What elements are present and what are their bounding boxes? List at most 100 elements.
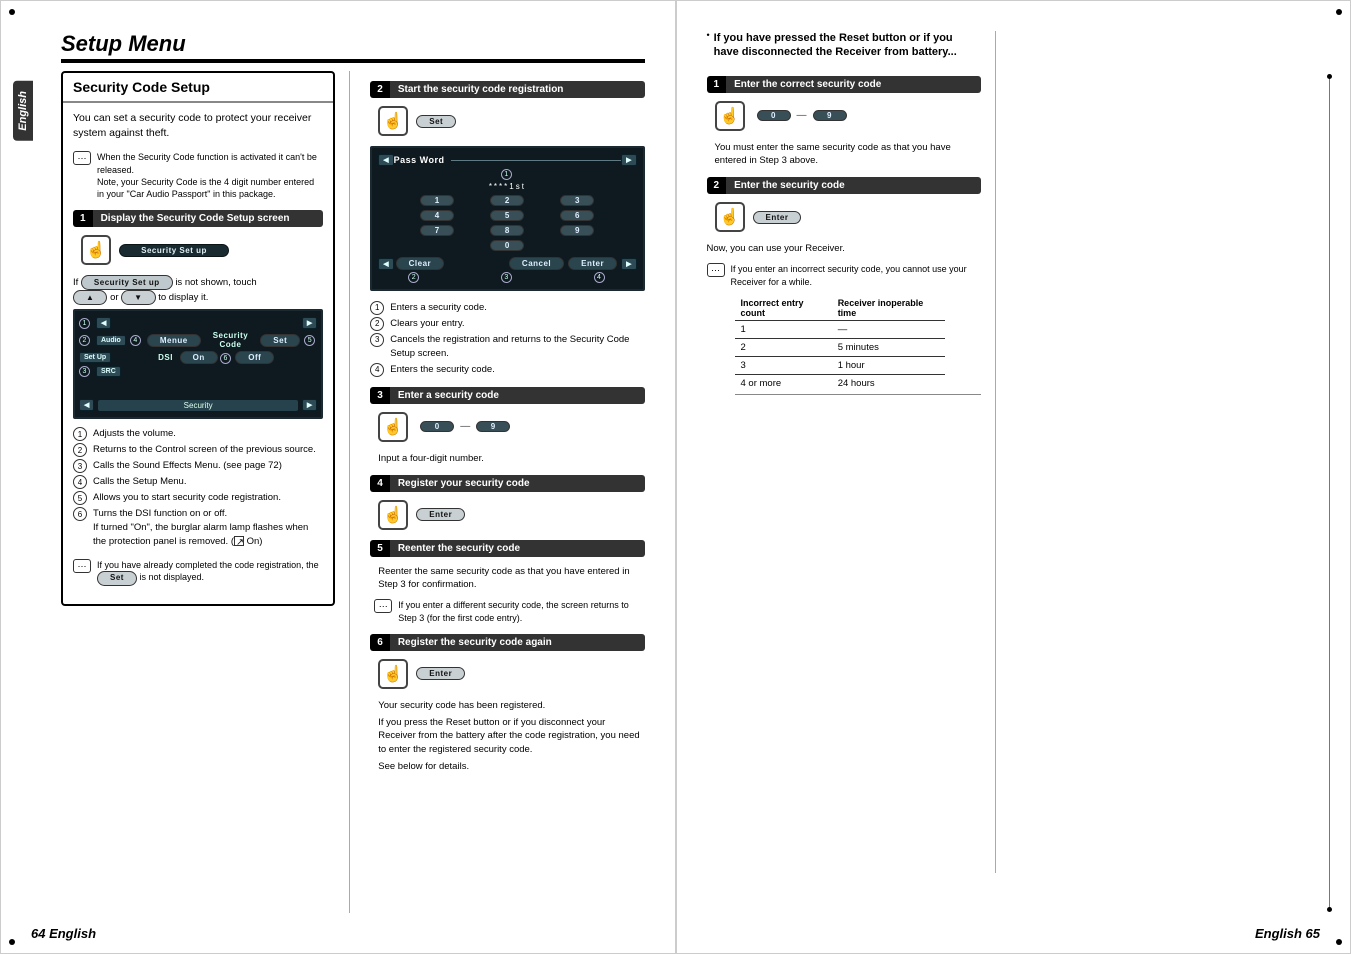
right-step-1-bar: 1 Enter the correct security code [707, 76, 981, 93]
section-intro: You can set a security code to protect y… [73, 111, 323, 141]
keypad-2[interactable]: 2 [490, 195, 524, 206]
keypad-title: Pass Word [394, 155, 445, 165]
callout-kp-4: 4 [594, 272, 605, 283]
registered-text-3: See below for details. [378, 760, 644, 773]
touch-icon [378, 659, 408, 689]
step-5-bar: 5 Reenter the security code [370, 540, 644, 557]
step-3-bar: 3 Enter a security code [370, 387, 644, 404]
language-tab-english: English [13, 81, 33, 141]
step-number: 1 [73, 210, 93, 227]
keypad-enter[interactable]: Enter [568, 257, 617, 270]
digit-9-button-r[interactable]: 9 [813, 110, 847, 121]
step-4-bar: 4 Register your security code [370, 475, 644, 492]
keypad-0[interactable]: 0 [490, 240, 524, 251]
now-use-text: Now, you can use your Receiver. [707, 242, 981, 255]
keypad-clear[interactable]: Clear [396, 257, 445, 270]
keypad-5[interactable]: 5 [490, 210, 524, 221]
touch-icon [378, 106, 408, 136]
note-text: When the Security Code function is activ… [97, 151, 323, 200]
note-already-registered: If you have already completed the code r… [97, 559, 323, 586]
side-src-btn[interactable]: SRC [96, 366, 121, 377]
down-arrow-button[interactable]: ▼ [121, 290, 155, 305]
if-not-shown-text: If Security Set up is not shown, touch ▲… [73, 275, 323, 305]
note-incorrect-code: If you enter an incorrect security code,… [731, 263, 981, 287]
kp-side-right-top: ▶ [621, 154, 636, 166]
registered-text-2: If you press the Reset button or if you … [378, 716, 644, 756]
enter-button-r[interactable]: Enter [753, 211, 802, 224]
digit-0-button-r[interactable]: 0 [757, 110, 791, 121]
set-button[interactable]: Set [416, 115, 456, 128]
callout-3: 3 [79, 366, 90, 377]
step-2-bar: 2 Start the security code registration [370, 81, 644, 98]
callout-kp-3: 3 [501, 272, 512, 283]
table-row: 2 5 minutes [735, 338, 945, 356]
lockout-table: Incorrect entry count Receiver inoperabl… [735, 296, 981, 395]
callout-6: 6 [220, 353, 231, 364]
preview-screen-security: 1 ◀ ▶ 2 Audio 4 Menue Security Code Set [73, 309, 323, 419]
side-audio-btn[interactable]: Audio [96, 335, 126, 346]
table-header-time: Receiver inoperable time [832, 296, 945, 321]
keypad-masked: ****1st [378, 182, 636, 191]
dsi-label: DSI [158, 353, 173, 362]
enter-button-2[interactable]: Enter [416, 667, 465, 680]
keypad-9[interactable]: 9 [560, 225, 594, 236]
callout-kp-2: 2 [408, 272, 419, 283]
menu-button[interactable]: Menue [147, 334, 201, 347]
touch-icon [715, 101, 745, 131]
keypad-6[interactable]: 6 [560, 210, 594, 221]
table-row: 3 1 hour [735, 356, 945, 374]
security-setup-pill: Security Set up [81, 275, 173, 290]
keypad-screen: ◀ Pass Word ▶ 1 ****1st 1 2 3 4 5 6 7 [370, 146, 644, 291]
keypad-cancel[interactable]: Cancel [509, 257, 564, 270]
screen-title: Security Code [205, 331, 257, 349]
callout-kp-1: 1 [501, 169, 512, 180]
callout-1: 1 [79, 318, 90, 329]
note-icon [374, 599, 392, 613]
keypad-1[interactable]: 1 [420, 195, 454, 206]
keypad-3[interactable]: 3 [560, 195, 594, 206]
table-row: 1 — [735, 320, 945, 338]
digit-0-button[interactable]: 0 [420, 421, 454, 432]
table-header-count: Incorrect entry count [735, 296, 832, 321]
callout-5: 5 [304, 335, 315, 346]
page-edge-ornament [1324, 77, 1330, 909]
note-icon [73, 559, 91, 573]
step-title: Display the Security Code Setup screen [93, 210, 324, 227]
keypad-4[interactable]: 4 [420, 210, 454, 221]
callout-2: 2 [79, 335, 90, 346]
step-6-bar: 6 Register the security code again [370, 634, 644, 651]
table-row: 4 or more 24 hours [735, 374, 945, 392]
set-pill-small: Set [97, 571, 137, 586]
set-button-screen[interactable]: Set [260, 334, 300, 347]
up-arrow-button[interactable]: ▲ [73, 290, 107, 305]
keypad-8[interactable]: 8 [490, 225, 524, 236]
legend-list-1: 1Adjusts the volume. 2Returns to the Con… [73, 427, 323, 548]
reset-heading: If you have pressed the Reset button or … [714, 31, 981, 60]
dsi-off-button[interactable]: Off [235, 351, 274, 364]
note-icon [73, 151, 91, 165]
section-security-code-setup: Security Code Setup You can set a securi… [61, 71, 335, 606]
dsi-on-button[interactable]: On [180, 351, 218, 364]
note-different-code: If you enter a different security code, … [398, 599, 644, 623]
security-setup-button[interactable]: Security Set up [119, 244, 229, 257]
side-setup-btn[interactable]: Set Up [79, 352, 111, 363]
range-separator: — [460, 421, 470, 432]
step-1-bar: 1 Display the Security Code Setup screen [73, 210, 323, 227]
range-separator: — [797, 110, 807, 121]
keypad-7[interactable]: 7 [420, 225, 454, 236]
touch-icon [715, 202, 745, 232]
section-heading: Security Code Setup [63, 73, 333, 103]
enter-button[interactable]: Enter [416, 508, 465, 521]
registered-text: Your security code has been registered. [378, 699, 644, 712]
side-audio: ◀ [96, 317, 111, 329]
digit-9-button[interactable]: 9 [476, 421, 510, 432]
touch-icon [378, 500, 408, 530]
must-enter-text: You must enter the same security code as… [715, 141, 981, 168]
callout-4: 4 [130, 335, 141, 346]
legend-list-2: 1Enters a security code. 2Clears your en… [370, 301, 644, 377]
security-bar: Security [98, 400, 297, 411]
kp-side-left-top: ◀ [378, 154, 393, 166]
page-title: Setup Menu [61, 31, 645, 63]
four-digit-note: Input a four-digit number. [378, 452, 644, 465]
page-footer-right: English 65 [1255, 926, 1320, 941]
